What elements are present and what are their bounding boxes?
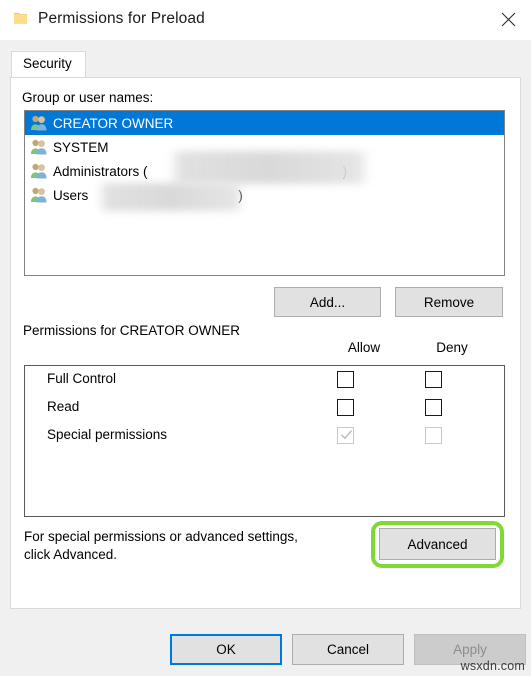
apply-button: Apply: [414, 634, 526, 665]
close-icon[interactable]: [485, 0, 531, 39]
folder-icon: [13, 11, 28, 26]
remove-button[interactable]: Remove: [395, 287, 503, 317]
users-group-icon: [30, 114, 48, 132]
permissions-dialog: Permissions for Preload A PUALS: [0, 0, 531, 676]
column-header-deny: Deny: [436, 340, 468, 355]
permission-name: Special permissions: [47, 427, 168, 442]
list-item-suffix: ): [238, 187, 243, 203]
users-group-icon: [30, 186, 48, 204]
list-item[interactable]: CREATOR OWNER: [25, 111, 504, 135]
table-row: Read: [25, 394, 504, 422]
title-bar: Permissions for Preload: [0, 0, 531, 40]
ok-button[interactable]: OK: [170, 634, 282, 665]
list-item-label: Users: [53, 187, 89, 203]
tab-security[interactable]: Security: [11, 51, 86, 78]
cancel-button[interactable]: Cancel: [292, 634, 404, 665]
list-item[interactable]: Administrators ( ): [25, 159, 504, 183]
table-row: Full Control: [25, 366, 504, 394]
advanced-hint-text: For special permissions or advanced sett…: [24, 528, 324, 564]
table-row: Special permissions: [25, 422, 504, 450]
list-item-label: CREATOR OWNER: [53, 115, 174, 131]
column-header-allow: Allow: [347, 340, 381, 355]
list-item-label: Administrators (: [53, 163, 148, 179]
allow-checkbox[interactable]: [337, 399, 354, 416]
permission-name: Read: [47, 399, 80, 414]
list-item-suffix: ): [342, 163, 348, 179]
list-item[interactable]: SYSTEM: [25, 135, 504, 159]
add-button[interactable]: Add...: [274, 287, 381, 317]
list-item-label: SYSTEM: [53, 139, 109, 155]
advanced-hint-line-1: For special permissions or advanced sett…: [24, 529, 298, 544]
permissions-for-label: Permissions for CREATOR OWNER: [23, 323, 241, 338]
permissions-list: Full Control Read Special permissions: [24, 365, 505, 517]
users-group-icon: [30, 138, 48, 156]
advanced-hint-line-2: click Advanced.: [24, 547, 118, 562]
tab-strip: Security: [0, 40, 531, 78]
deny-checkbox[interactable]: [425, 371, 442, 388]
users-group-icon: [30, 162, 48, 180]
permission-name: Full Control: [47, 371, 117, 386]
group-or-user-names-list[interactable]: CREATOR OWNER SYSTEM Administrators () …: [24, 110, 505, 276]
allow-checkbox: [337, 427, 354, 444]
deny-checkbox: [425, 427, 442, 444]
checkmark-icon: [340, 430, 353, 440]
list-item[interactable]: Users ): [25, 183, 504, 207]
allow-checkbox[interactable]: [337, 371, 354, 388]
deny-checkbox[interactable]: [425, 399, 442, 416]
group-or-user-names-label: Group or user names:: [22, 90, 154, 105]
page-title: Permissions for Preload: [38, 10, 205, 27]
advanced-button[interactable]: Advanced: [379, 528, 496, 560]
